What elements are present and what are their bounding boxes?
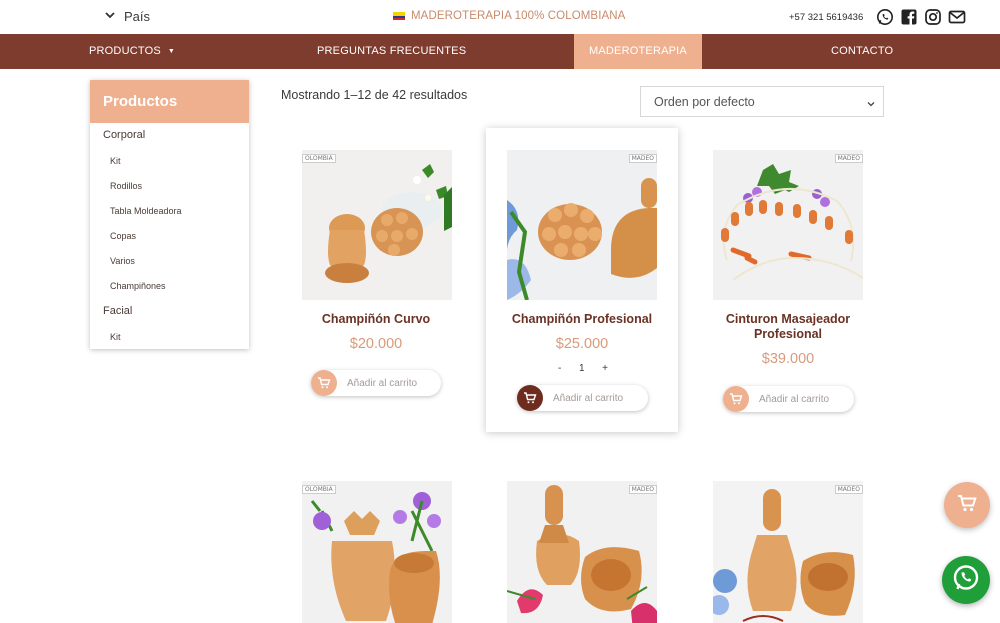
product-image[interactable]: MADEO <box>713 481 863 623</box>
floating-cart-button[interactable] <box>944 482 990 528</box>
quantity-stepper: - 1 + <box>558 363 608 374</box>
orderby-select[interactable]: Orden por defecto <box>640 86 884 117</box>
product-title[interactable]: Champiñón Profesional <box>487 312 677 327</box>
brand-watermark: OLOMBIA <box>302 154 336 163</box>
nav-label: PREGUNTAS FRECUENTES <box>317 45 467 57</box>
instagram-icon[interactable] <box>924 8 942 26</box>
orderby-value: Orden por defecto <box>654 95 755 109</box>
qty-value[interactable]: 1 <box>579 363 585 374</box>
product-image[interactable]: MADEO <box>713 150 863 300</box>
qty-minus-button[interactable]: - <box>558 363 561 374</box>
nav-label: PRODUCTOS <box>89 45 161 57</box>
product-title[interactable]: Champiñón Curvo <box>281 312 471 327</box>
promo-banner: MADEROTERAPIA 100% COLOMBIANA <box>393 10 625 22</box>
top-bar: País MADEROTERAPIA 100% COLOMBIANA +57 3… <box>0 0 1000 34</box>
facebook-icon[interactable] <box>900 8 918 26</box>
product-price: $25.000 <box>555 336 609 352</box>
brand-watermark: OLOMBIA <box>302 485 336 494</box>
nav-item-preguntas-frecuentes[interactable]: PREGUNTAS FRECUENTES <box>317 34 466 69</box>
product-image[interactable]: MADEO <box>507 481 657 623</box>
sidebar-category-corporal[interactable]: Corporal <box>103 129 145 141</box>
phone-number[interactable]: +57 321 5619436 <box>789 12 863 23</box>
chevron-down-icon <box>104 9 116 24</box>
whatsapp-icon <box>951 563 981 598</box>
chevron-down-icon <box>867 97 875 107</box>
sidebar-item-champinones[interactable]: Champiñones <box>110 281 166 291</box>
nav-item-maderoterapia[interactable]: MADEROTERAPIA <box>574 34 702 69</box>
brand-watermark: MADEO <box>628 154 657 163</box>
sidebar-item-kit[interactable]: Kit <box>110 156 121 166</box>
product-image[interactable]: OLOMBIA <box>302 150 452 300</box>
add-to-cart-button[interactable]: Añadir al carrito <box>311 370 441 396</box>
qty-plus-button[interactable]: + <box>602 363 608 374</box>
sidebar-title: Productos <box>90 80 249 123</box>
add-to-cart-label: Añadir al carrito <box>759 393 830 405</box>
email-icon[interactable] <box>948 8 966 26</box>
product-category-sidebar: Productos Corporal Kit Rodillos Tabla Mo… <box>90 80 249 349</box>
sidebar-item-varios[interactable]: Varios <box>110 256 135 266</box>
product-price: $20.000 <box>349 336 403 352</box>
sidebar-item-rodillos[interactable]: Rodillos <box>110 181 142 191</box>
brand-watermark: MADEO <box>834 154 863 163</box>
brand-watermark: MADEO <box>628 485 657 494</box>
whatsapp-icon[interactable] <box>876 8 894 26</box>
add-to-cart-button[interactable]: Añadir al carrito <box>517 385 648 411</box>
nav-item-productos[interactable]: PRODUCTOS ▼ <box>89 34 175 69</box>
add-to-cart-button[interactable]: Añadir al carrito <box>723 386 854 412</box>
results-count: Mostrando 1–12 de 42 resultados <box>281 88 468 102</box>
product-price: $39.000 <box>761 351 815 367</box>
nav-label: MADEROTERAPIA <box>589 45 687 57</box>
colombia-flag-icon <box>393 12 405 20</box>
floating-whatsapp-button[interactable] <box>942 556 990 604</box>
add-to-cart-label: Añadir al carrito <box>553 392 624 404</box>
product-title[interactable]: Cinturon Masajeador Profesional <box>693 312 883 342</box>
brand-watermark: MADEO <box>834 485 863 494</box>
sidebar-category-facial[interactable]: Facial <box>103 305 132 317</box>
nav-item-contacto[interactable]: CONTACTO <box>831 34 893 69</box>
sidebar-item-facial-kit[interactable]: Kit <box>110 332 121 342</box>
nav-label: CONTACTO <box>831 45 894 57</box>
add-to-cart-label: Añadir al carrito <box>347 377 418 389</box>
sidebar-item-copas[interactable]: Copas <box>110 231 136 241</box>
caret-down-icon: ▼ <box>167 48 176 55</box>
cart-icon <box>956 492 978 519</box>
country-label: País <box>124 9 151 24</box>
main-nav: PRODUCTOS ▼ PREGUNTAS FRECUENTES MADEROTE… <box>0 34 1000 69</box>
cart-icon <box>517 385 543 411</box>
cart-icon <box>311 370 337 396</box>
product-image[interactable]: OLOMBIA <box>302 481 452 623</box>
cart-icon <box>723 386 749 412</box>
country-selector[interactable]: País <box>104 9 150 24</box>
promo-text: MADEROTERAPIA 100% COLOMBIANA <box>411 10 626 22</box>
product-image[interactable]: MADEO <box>507 150 657 300</box>
sidebar-item-tabla-moldeadora[interactable]: Tabla Moldeadora <box>110 206 182 216</box>
social-links <box>876 8 966 26</box>
